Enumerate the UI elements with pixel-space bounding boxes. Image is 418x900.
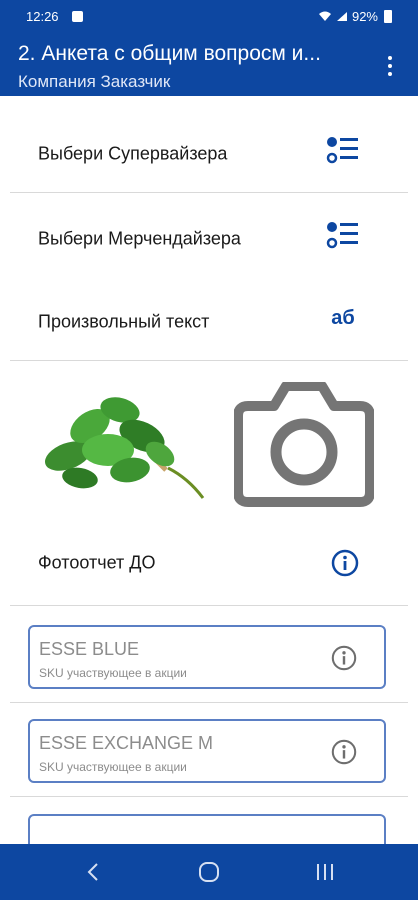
status-time: 12:26 [26,9,59,24]
info-icon[interactable] [330,738,358,766]
signal-icon [336,12,347,21]
row-free-text[interactable]: Произвольный текст аб [10,276,408,361]
system-nav-bar [0,844,418,900]
info-icon[interactable] [330,548,360,578]
row-label: Выбери Супервайзера [38,143,228,164]
list-select-icon[interactable] [326,218,360,252]
divider [10,796,408,797]
status-bar: 12:26 92% [0,0,418,32]
sku-name: ESSE EXCHANGE M [39,733,214,753]
row-select-merchandiser[interactable]: Выбери Мерчендайзера [10,193,408,278]
recent-apps-icon[interactable] [313,860,337,884]
sku-hint: SKU участвующее в акции [39,666,187,680]
back-icon[interactable] [82,860,106,884]
row-select-supervisor[interactable]: Выбери Супервайзера [10,108,408,193]
status-right: 92% [318,9,392,24]
divider [10,702,408,703]
sku-field[interactable] [28,814,386,844]
page-subtitle: Компания Заказчик [18,72,171,91]
text-icon[interactable]: аб [326,301,360,335]
battery-icon [384,10,392,23]
page-title: 2. Анкета с общим вопросм и... [18,42,321,65]
camera-icon[interactable] [234,382,374,508]
info-icon[interactable] [330,644,358,672]
row-label: Выбери Мерчендайзера [38,228,241,249]
list-select-icon[interactable] [326,133,360,167]
photo-report-label: Фотоотчет ДО [38,552,156,573]
app-bar: 2. Анкета с общим вопросм и... Компания … [0,32,418,96]
basil-image [45,397,205,499]
wifi-icon [318,11,331,21]
form-content[interactable]: Выбери Супервайзера Выбери Мерчендайзера… [10,96,408,844]
sku-name: ESSE BLUE [39,639,140,659]
sku-field[interactable]: ESSE EXCHANGE M SKU участвующее в акции [28,719,386,783]
sku-hint: SKU участвующее в акции [39,760,187,774]
notification-icon [72,11,83,22]
battery-percent: 92% [351,9,378,24]
home-icon[interactable] [197,860,221,884]
photo-report-section[interactable]: Фотоотчет ДО [10,360,408,606]
row-label: Произвольный текст [38,311,210,332]
sku-field[interactable]: ESSE BLUE SKU участвующее в акции [28,625,386,689]
more-options-icon[interactable] [382,54,398,78]
